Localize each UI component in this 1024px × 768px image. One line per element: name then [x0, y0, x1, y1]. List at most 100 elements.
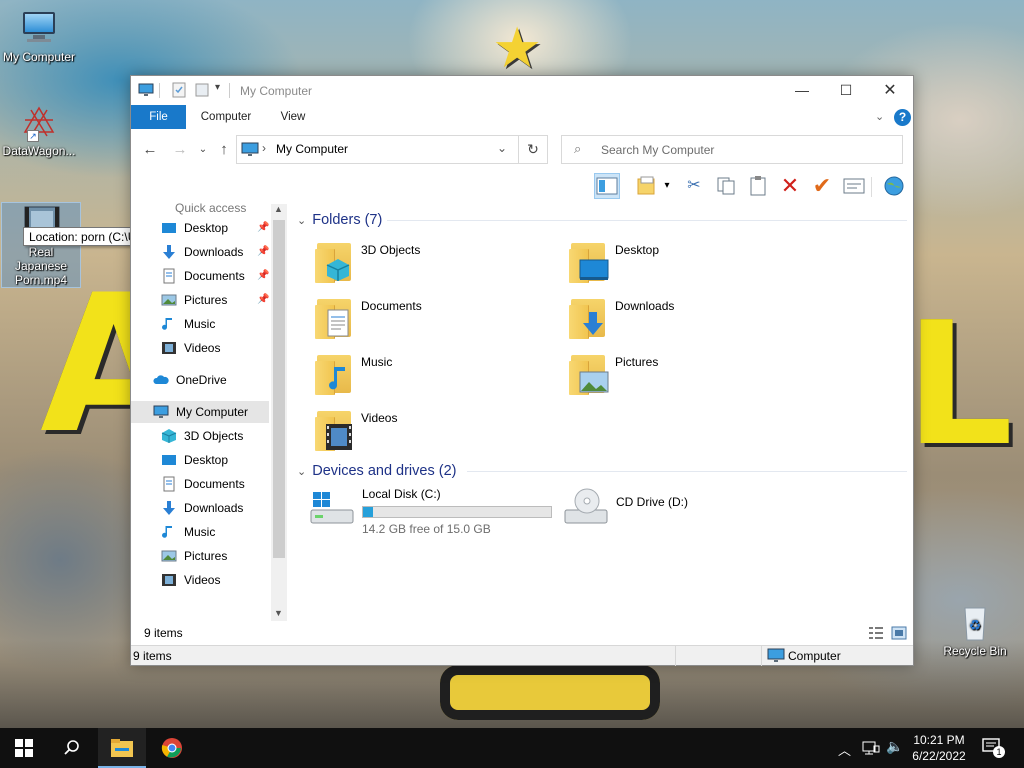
folder-tile-desktop[interactable]: Desktop — [567, 239, 807, 291]
new-item-dropdown-icon[interactable]: ▾ — [661, 173, 673, 199]
pictures-folder-icon — [161, 294, 177, 306]
new-item-icon[interactable] — [634, 173, 660, 199]
collapse-chevron-icon[interactable]: ⌄ — [297, 215, 306, 227]
devices-group-header[interactable]: ⌄ Devices and drives (2) — [297, 460, 456, 482]
cut-icon[interactable]: ✂ — [681, 173, 707, 199]
scroll-up-icon[interactable]: ▲ — [274, 204, 283, 214]
back-button[interactable]: ← — [141, 141, 159, 159]
computer-icon — [17, 8, 61, 48]
drive-tile-d[interactable]: CD Drive (D:) — [561, 484, 801, 536]
action-center-icon[interactable]: 1 — [982, 738, 1005, 758]
recent-locations-button[interactable]: ⌄ — [194, 141, 212, 159]
close-button[interactable]: ✕ — [867, 76, 913, 105]
nav-label: Videos — [184, 573, 221, 587]
paste-icon[interactable] — [745, 173, 771, 199]
minimize-button[interactable]: — — [779, 76, 825, 105]
new-folder-icon[interactable] — [194, 82, 210, 98]
up-button[interactable]: ↑ — [215, 141, 233, 159]
music-folder-icon — [162, 526, 172, 538]
nav-item-documents[interactable]: Documents 📌 — [161, 265, 271, 287]
large-icons-view-icon[interactable] — [891, 626, 907, 640]
delete-icon[interactable]: ✕ — [777, 173, 803, 199]
nav-label: My Computer — [176, 405, 249, 419]
properties-icon[interactable] — [841, 173, 867, 199]
forward-button[interactable]: → — [171, 141, 189, 159]
search-button[interactable] — [48, 728, 96, 768]
properties-icon[interactable] — [171, 82, 187, 98]
breadcrumb-chevron-icon[interactable]: › — [262, 141, 266, 155]
nav-scrollbar[interactable]: ▲ ▼ — [271, 204, 287, 624]
3d-objects-folder-icon — [313, 239, 357, 285]
videos-folder-icon — [162, 342, 176, 354]
downloads-folder-icon — [567, 295, 611, 341]
scroll-thumb[interactable] — [273, 220, 285, 558]
desktop-icon-recycle-bin[interactable]: ♻ Recycle Bin — [936, 602, 1014, 658]
nav-item-downloads[interactable]: Downloads 📌 — [161, 241, 271, 263]
tile-label: Videos — [361, 411, 398, 425]
scroll-down-icon[interactable]: ▼ — [274, 608, 283, 618]
folder-tile-pictures[interactable]: Pictures — [567, 351, 807, 403]
search-input[interactable]: ⌕ Search My Computer — [561, 135, 903, 164]
recycle-bin-icon: ♻ — [953, 602, 997, 642]
folder-tile-videos[interactable]: Videos — [313, 407, 553, 459]
pin-icon[interactable]: 📌 — [257, 265, 269, 287]
title-bar[interactable]: ▾ My Computer — ☐ ✕ — [131, 76, 913, 105]
nav-item-desktop[interactable]: Desktop 📌 — [161, 217, 271, 239]
volume-icon[interactable]: 🔈 — [886, 738, 903, 755]
rename-check-icon[interactable]: ✔ — [809, 173, 835, 199]
wallpaper-glasses — [440, 665, 660, 720]
taskbar-file-explorer[interactable] — [98, 728, 146, 768]
folder-tile-3d-objects[interactable]: 3D Objects — [313, 239, 553, 291]
tab-view[interactable]: View — [271, 105, 315, 129]
computer-icon — [153, 405, 169, 418]
details-view-icon[interactable] — [868, 626, 884, 640]
downloads-folder-icon — [163, 245, 175, 259]
folder-tile-downloads[interactable]: Downloads — [567, 295, 807, 347]
address-dropdown-icon[interactable]: ⌄ — [497, 141, 507, 155]
pin-icon[interactable]: 📌 — [257, 289, 269, 311]
clock[interactable]: 10:21 PM 6/22/2022 — [906, 732, 972, 764]
drive-tile-c[interactable]: Local Disk (C:) 14.2 GB free of 15.0 GB — [307, 484, 553, 536]
refresh-button[interactable]: ↻ — [519, 135, 548, 164]
pin-icon[interactable]: 📌 — [257, 217, 269, 239]
globe-icon[interactable] — [881, 173, 907, 199]
pin-icon[interactable]: 📌 — [257, 241, 269, 263]
desktop-icon-label: Recycle Bin — [943, 644, 1007, 658]
separator — [871, 177, 872, 197]
show-hidden-icons-icon[interactable]: ︿ — [838, 740, 851, 759]
status-location: Computer — [788, 649, 841, 663]
folders-group-header[interactable]: ⌄ Folders (7) — [297, 209, 382, 231]
taskbar: ︿ 🔈 10:21 PM 6/22/2022 1 — [0, 728, 1024, 768]
desktop-icon-my-computer[interactable]: My Computer — [0, 8, 78, 64]
music-folder-icon — [162, 318, 172, 330]
copy-icon[interactable] — [713, 173, 739, 199]
drive-usage-fill — [363, 507, 373, 517]
tab-file[interactable]: File — [131, 105, 186, 129]
network-icon[interactable] — [862, 740, 880, 756]
pictures-folder-icon — [161, 550, 177, 562]
navigation-pane-icon[interactable] — [594, 173, 620, 199]
folder-tile-documents[interactable]: Documents — [313, 295, 553, 347]
desktop-icon-datawagon[interactable]: ↗ DataWagon... — [0, 102, 78, 158]
taskbar-chrome[interactable] — [148, 728, 196, 768]
ribbon-expand-icon[interactable]: ⌄ — [875, 110, 884, 123]
nav-item-pictures[interactable]: Pictures 📌 — [161, 289, 271, 311]
nav-item-my-computer[interactable]: My Computer — [131, 401, 269, 423]
start-button[interactable] — [0, 728, 48, 768]
tile-label: Downloads — [615, 299, 675, 313]
pictures-folder-icon — [567, 351, 611, 397]
address-bar[interactable]: › My Computer ⌄ — [236, 135, 519, 164]
quick-access-dropdown-icon[interactable]: ▾ — [215, 82, 220, 93]
navigation-pane: Quick access Desktop 📌 Downloads 📌 Docum… — [131, 201, 287, 621]
separator — [159, 83, 160, 98]
collapse-chevron-icon[interactable]: ⌄ — [297, 466, 306, 478]
wallpaper-star: ★ — [492, 16, 543, 79]
tab-computer[interactable]: Computer — [193, 105, 259, 129]
nav-label: Pictures — [184, 549, 228, 563]
chrome-icon — [161, 738, 182, 758]
folder-tile-music[interactable]: Music — [313, 351, 553, 403]
help-icon[interactable]: ? — [894, 109, 911, 126]
separator — [229, 83, 230, 98]
maximize-button[interactable]: ☐ — [823, 76, 869, 105]
tile-label: Pictures — [615, 355, 659, 369]
